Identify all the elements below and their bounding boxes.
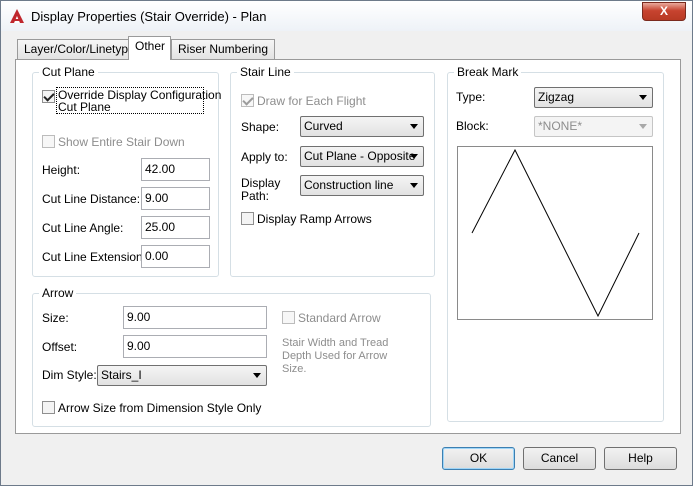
chevron-down-icon xyxy=(253,373,261,378)
height-label: Height: xyxy=(42,163,81,177)
group-title: Arrow xyxy=(39,286,77,300)
override-display-configuration-checkbox[interactable] xyxy=(42,90,55,103)
display-path-selected-value: Construction line xyxy=(304,178,394,192)
tab-label: Other xyxy=(135,39,166,53)
cut-line-angle-input[interactable]: 25.00 xyxy=(141,216,210,239)
dialog-window: Display Properties (Stair Override) - Pl… xyxy=(0,0,693,486)
shape-label: Shape: xyxy=(241,120,280,134)
override-cut-plane-label: Cut Plane xyxy=(58,100,111,114)
tab-riser-numbering[interactable]: Riser Numbering xyxy=(171,39,276,59)
arrow-size-from-dim-style-checkbox[interactable] xyxy=(42,401,55,414)
break-mark-block-select[interactable]: *NONE* xyxy=(534,116,653,137)
cut-line-distance-label: Cut Line Distance: xyxy=(42,192,141,206)
shape-select[interactable]: Curved xyxy=(300,116,424,137)
standard-arrow-label: Standard Arrow xyxy=(298,311,381,325)
display-ramp-arrows-label: Display Ramp Arrows xyxy=(257,212,372,226)
chevron-down-icon xyxy=(410,124,418,129)
group-title: Stair Line xyxy=(237,65,294,79)
chevron-down-icon xyxy=(410,154,418,159)
tab-panel-other: Cut Plane Override Display Configuration… xyxy=(15,59,681,434)
dim-style-label: Dim Style: xyxy=(42,368,97,382)
cancel-button[interactable]: Cancel xyxy=(523,447,596,470)
group-title: Cut Plane xyxy=(39,65,98,79)
cut-line-extension-input[interactable]: 0.00 xyxy=(141,245,210,268)
display-path-label: Display xyxy=(241,176,281,190)
cut-line-angle-label: Cut Line Angle: xyxy=(42,221,124,235)
height-input[interactable]: 42.00 xyxy=(141,158,210,181)
standard-arrow-checkbox[interactable] xyxy=(282,311,295,324)
arrow-size-description: Stair Width and Tread Depth Used for Arr… xyxy=(282,337,388,376)
description-line: Depth Used for Arrow xyxy=(282,350,388,362)
arrow-offset-label: Offset: xyxy=(42,340,78,354)
description-line: Stair Width and Tread xyxy=(282,337,389,349)
cut-line-extension-label: Cut Line Extension: xyxy=(42,250,147,264)
arrow-offset-input[interactable]: 9.00 xyxy=(123,335,267,358)
display-path-select[interactable]: Construction line xyxy=(300,175,424,196)
arrow-size-label: Size: xyxy=(42,311,69,325)
block-label: Block: xyxy=(456,119,489,133)
apply-to-label: Apply to: xyxy=(241,150,288,164)
close-button[interactable]: X xyxy=(642,2,686,21)
draw-for-each-flight-checkbox[interactable] xyxy=(241,94,254,107)
apply-to-selected-value: Cut Plane - Opposite xyxy=(304,149,416,163)
tab-other[interactable]: Other xyxy=(128,36,171,60)
apply-to-select[interactable]: Cut Plane - Opposite xyxy=(300,146,424,167)
display-path-label-line2: Path: xyxy=(241,189,270,203)
cut-line-distance-input[interactable]: 9.00 xyxy=(141,187,210,210)
break-mark-preview xyxy=(457,146,653,320)
display-ramp-arrows-checkbox[interactable] xyxy=(241,212,254,225)
arrow-size-from-dim-style-label: Arrow Size from Dimension Style Only xyxy=(58,401,262,415)
group-title: Break Mark xyxy=(454,65,522,79)
chevron-down-icon xyxy=(639,124,647,129)
break-mark-type-select[interactable]: Zigzag xyxy=(534,87,653,108)
dim-style-select[interactable]: Stairs_I xyxy=(97,365,267,386)
show-entire-stair-down-label: Show Entire Stair Down xyxy=(58,135,185,149)
arrow-size-input[interactable]: 9.00 xyxy=(123,306,267,329)
title-bar[interactable]: Display Properties (Stair Override) - Pl… xyxy=(1,1,692,31)
window-title: Display Properties (Stair Override) - Pl… xyxy=(31,9,267,24)
chevron-down-icon xyxy=(410,183,418,188)
draw-for-each-flight-label: Draw for Each Flight xyxy=(257,94,366,108)
close-icon: X xyxy=(659,4,668,18)
dim-style-selected-value: Stairs_I xyxy=(101,368,142,382)
help-button[interactable]: Help xyxy=(604,447,677,470)
autocad-logo-icon xyxy=(10,9,24,23)
ok-button[interactable]: OK xyxy=(442,447,515,470)
tab-layer-color-linetype[interactable]: Layer/Color/Linetype xyxy=(17,39,142,59)
type-selected-value: Zigzag xyxy=(538,90,575,104)
zigzag-preview-icon xyxy=(471,148,640,318)
tab-label: Layer/Color/Linetype xyxy=(24,42,135,56)
type-label: Type: xyxy=(456,90,486,104)
shape-selected-value: Curved xyxy=(304,119,343,133)
tab-label: Riser Numbering xyxy=(178,42,269,56)
block-selected-value: *NONE* xyxy=(538,119,583,133)
chevron-down-icon xyxy=(639,95,647,100)
show-entire-stair-down-checkbox[interactable] xyxy=(42,135,55,148)
description-line: Size. xyxy=(282,363,307,375)
